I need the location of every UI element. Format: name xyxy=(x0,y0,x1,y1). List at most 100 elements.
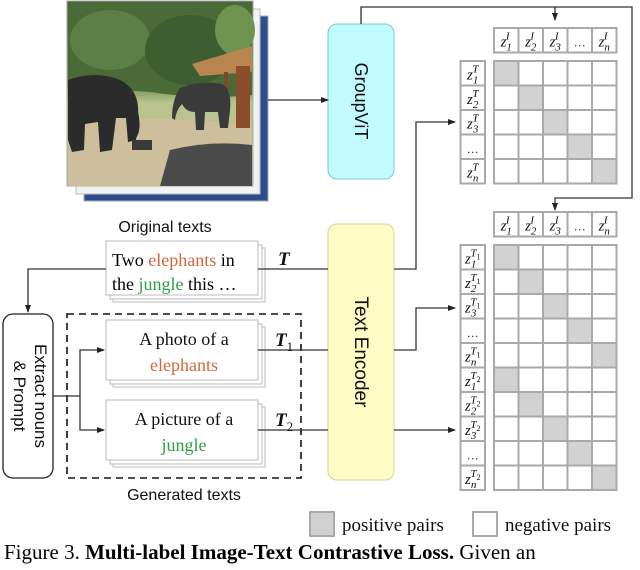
legend-negative-swatch xyxy=(472,511,498,537)
negative-pair-cell xyxy=(517,109,544,136)
text-embedding-label: z3T xyxy=(466,112,479,135)
positive-pair-cell xyxy=(493,366,520,393)
image-embedding-label: … xyxy=(574,35,586,49)
negative-pair-cell xyxy=(566,391,593,418)
extract-label-line1: Extract nouns xyxy=(31,344,50,448)
legend-positive-label: positive pairs xyxy=(342,515,444,536)
arrow-extract-to-gen1 xyxy=(79,347,105,396)
similarity-matrix-bottom: z1I z2I z3I… znIz1T1z2T1z3T1…znT1z1T2z2T2z3… xyxy=(459,211,618,491)
generated-text-2-line2: jungle xyxy=(161,435,207,455)
negative-pair-cell xyxy=(566,84,593,111)
negative-pair-cell xyxy=(591,293,618,320)
negative-pair-cell xyxy=(566,342,593,369)
negative-pair-cell xyxy=(566,60,593,87)
arrow-original-to-extract xyxy=(25,268,106,313)
legend: positive pairs negative pairs xyxy=(309,511,611,537)
negative-pair-cell xyxy=(493,268,520,295)
negative-pair-cell xyxy=(591,84,618,111)
positive-pair-cell xyxy=(566,440,593,467)
negative-pair-cell xyxy=(566,244,593,271)
generated-text-1-line1: A photo of a xyxy=(139,329,229,349)
negative-pair-cell xyxy=(517,342,544,369)
positive-pair-cell xyxy=(591,158,618,185)
text-embedding-label: … xyxy=(467,326,479,340)
symbol-T: T xyxy=(278,249,291,270)
negative-pair-cell xyxy=(542,366,569,393)
arrow-extract-to-gen2 xyxy=(79,396,105,433)
groupvit-block: GroupViT xyxy=(327,23,395,180)
negative-pair-cell xyxy=(493,84,520,111)
negative-pair-cell xyxy=(493,391,520,418)
negative-pair-cell xyxy=(542,464,569,491)
caption-prefix: Figure 3. xyxy=(4,540,86,564)
negative-pair-cell xyxy=(542,158,569,185)
negative-pair-cell xyxy=(517,366,544,393)
positive-pair-cell xyxy=(591,342,618,369)
arrow-encoder-T1-to-bottom-matrix xyxy=(394,305,456,351)
positive-pair-cell xyxy=(591,464,618,491)
arrow-encoder-T-to-top-matrix xyxy=(394,119,456,270)
negative-pair-cell xyxy=(517,293,544,320)
negative-pair-cell xyxy=(591,440,618,467)
negative-pair-cell xyxy=(566,464,593,491)
generated-text-stack-1: A photo of a elephants xyxy=(105,319,266,388)
negative-pair-cell xyxy=(591,133,618,160)
original-texts-label: Original texts xyxy=(118,219,211,236)
negative-pair-cell xyxy=(517,464,544,491)
negative-pair-cell xyxy=(591,415,618,442)
negative-pair-cell xyxy=(542,60,569,87)
negative-pair-cell xyxy=(517,440,544,467)
legend-positive-swatch xyxy=(309,511,335,537)
negative-pair-cell xyxy=(566,158,593,185)
figure-diagram: Original texts GroupViT Text Encoder Ext… xyxy=(2,0,633,537)
negative-pair-cell xyxy=(542,84,569,111)
negative-pair-cell xyxy=(566,415,593,442)
image-stack xyxy=(66,0,269,202)
similarity-matrix-top: z1I z2I z3I… znIz1Tz2Tz3T…znT xyxy=(459,27,618,185)
negative-pair-cell xyxy=(517,415,544,442)
text-embedding-label: … xyxy=(467,142,479,156)
negative-pair-cell xyxy=(566,293,593,320)
positive-pair-cell xyxy=(517,84,544,111)
figure-caption: Figure 3. Multi-label Image-Text Contras… xyxy=(4,540,640,565)
positive-pair-cell xyxy=(493,60,520,87)
negative-pair-cell xyxy=(591,60,618,87)
original-text-line1: Two elephants in xyxy=(112,250,235,270)
negative-pair-cell xyxy=(591,109,618,136)
negative-pair-cell xyxy=(542,244,569,271)
caption-title: Multi-label Image-Text Contrastive Loss. xyxy=(85,540,455,564)
negative-pair-cell xyxy=(493,133,520,160)
original-text-stack: Two elephants in the jungle this … xyxy=(105,240,266,303)
negative-pair-cell xyxy=(591,244,618,271)
negative-pair-cell xyxy=(517,133,544,160)
negative-pair-cell xyxy=(517,158,544,185)
positive-pair-cell xyxy=(542,293,569,320)
negative-pair-cell xyxy=(517,244,544,271)
negative-pair-cell xyxy=(566,109,593,136)
negative-pair-cell xyxy=(493,293,520,320)
caption-rest: Given an xyxy=(454,540,536,564)
negative-pair-cell xyxy=(542,440,569,467)
negative-pair-cell xyxy=(542,133,569,160)
generated-text-stack-2: A picture of a jungle xyxy=(105,399,266,468)
extract-label-line2: & Prompt xyxy=(10,361,29,432)
negative-pair-cell xyxy=(566,268,593,295)
negative-pair-cell xyxy=(566,366,593,393)
negative-pair-cell xyxy=(591,317,618,344)
negative-pair-cell xyxy=(591,366,618,393)
negative-pair-cell xyxy=(542,268,569,295)
negative-pair-cell xyxy=(493,109,520,136)
text-embedding-label: … xyxy=(467,448,479,462)
positive-pair-cell xyxy=(566,317,593,344)
negative-pair-cell xyxy=(591,268,618,295)
negative-pair-cell xyxy=(517,60,544,87)
positive-pair-cell xyxy=(542,415,569,442)
positive-pair-cell xyxy=(517,391,544,418)
negative-pair-cell xyxy=(493,342,520,369)
arrow-groupvit-to-top-matrix xyxy=(360,6,558,24)
text-embedding-label: z1T xyxy=(466,63,479,86)
negative-pair-cell xyxy=(542,342,569,369)
negative-pair-cell xyxy=(493,158,520,185)
positive-pair-cell xyxy=(493,244,520,271)
text-encoder-block: Text Encoder xyxy=(327,223,395,481)
